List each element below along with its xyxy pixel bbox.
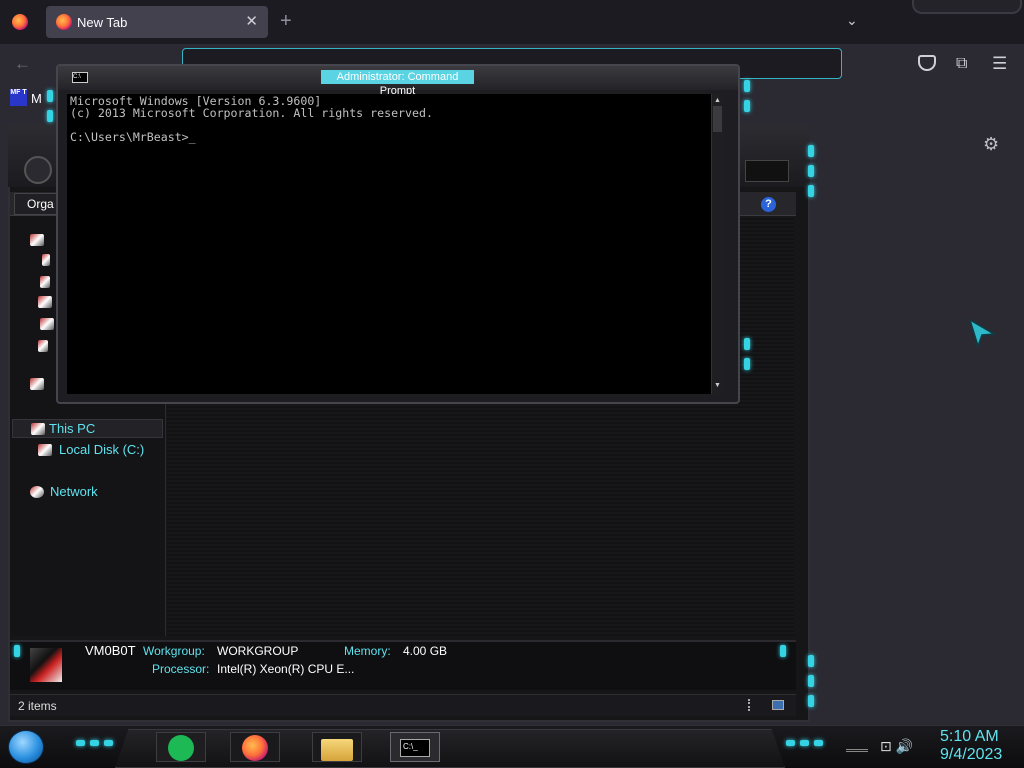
tree-item-this-pc[interactable]: This PC — [12, 419, 163, 438]
taskbar-accent — [786, 740, 795, 746]
computer-icon — [30, 648, 62, 682]
cmd-scroll-thumb[interactable] — [713, 106, 722, 132]
explorer-search-box[interactable] — [745, 160, 789, 182]
frame-accent — [808, 165, 814, 177]
memory-label: Memory: — [344, 644, 391, 658]
frame-accent — [744, 80, 750, 92]
frame-accent — [808, 655, 814, 667]
command-prompt-icon: C:\_ — [400, 739, 430, 757]
start-button[interactable] — [8, 730, 44, 764]
hamburger-menu-icon[interactable]: ☰ — [992, 54, 1007, 74]
processor-label: Processor: — [152, 662, 210, 676]
homegroup-icon[interactable] — [30, 378, 44, 390]
folder-icon[interactable] — [38, 296, 52, 308]
thumbnail-view-icon[interactable] — [772, 700, 784, 710]
cmd-window-icon[interactable]: C:\ — [72, 72, 88, 83]
quick-access-icon[interactable] — [30, 234, 44, 246]
gear-icon[interactable]: ⚙ — [983, 134, 999, 155]
details-view-icon[interactable] — [748, 699, 754, 711]
this-pc-icon — [31, 423, 45, 435]
frame-accent — [808, 145, 814, 157]
frame-accent — [744, 100, 750, 112]
clock-time[interactable]: 5:10 AM — [940, 728, 999, 746]
show-hidden-icons-icon[interactable] — [846, 742, 868, 752]
cmd-window-title: Administrator: Command Prompt — [321, 70, 474, 97]
status-bar — [10, 694, 796, 716]
tree-label-network: Network — [50, 484, 98, 499]
frame-accent — [744, 358, 750, 370]
firefox-view-icon[interactable] — [12, 14, 28, 30]
extensions-puzzle-icon[interactable]: ⧉ — [956, 55, 967, 73]
taskbar-spotify-button[interactable] — [156, 732, 206, 762]
tree-label-local-disk: Local Disk (C:) — [59, 442, 145, 457]
status-item-count: 2 items — [18, 699, 57, 713]
network-icon — [30, 486, 44, 498]
bookmark-favicon-icon: MF T — [10, 89, 27, 106]
folder-icon[interactable] — [38, 340, 48, 352]
frame-accent — [47, 110, 53, 122]
taskbar-command-prompt-button[interactable]: C:\_ — [390, 732, 440, 762]
memory-value: 4.00 GB — [403, 644, 448, 658]
explorer-back-icon[interactable] — [24, 156, 52, 184]
clock-date[interactable]: 9/4/2023 — [940, 746, 1002, 764]
frame-accent — [744, 338, 750, 350]
firefox-icon — [242, 735, 268, 761]
computer-name: VM0B0T — [85, 643, 136, 658]
help-icon[interactable]: ? — [761, 197, 776, 212]
tab-title: New Tab — [77, 15, 128, 30]
folder-icon[interactable] — [40, 276, 50, 288]
frame-accent — [780, 645, 786, 657]
workgroup-label: Workgroup: — [143, 644, 205, 658]
back-arrow-icon[interactable]: ← — [14, 54, 31, 74]
system-tray[interactable]: ⊡ 🔊 — [880, 738, 913, 755]
frame-accent — [808, 185, 814, 197]
folder-icon — [321, 739, 353, 761]
window-frame-decoration — [912, 0, 1022, 14]
cmd-scrollbar[interactable] — [711, 94, 724, 394]
taskbar-firefox-button[interactable] — [230, 732, 280, 762]
processor-value: Intel(R) Xeon(R) CPU E... — [217, 662, 355, 676]
tab-new-tab[interactable]: New Tab ✕ — [46, 6, 268, 38]
taskbar-dock — [115, 729, 785, 768]
tree-item-network[interactable]: Network — [22, 483, 142, 502]
tree-item-local-disk[interactable]: Local Disk (C:) — [30, 441, 164, 460]
frame-accent — [808, 695, 814, 707]
cmd-output-text[interactable]: Microsoft Windows [Version 6.3.9600] (c)… — [70, 95, 433, 143]
drive-icon — [38, 444, 52, 456]
bookmark-label[interactable]: M — [31, 91, 42, 106]
taskbar-file-explorer-button[interactable] — [312, 732, 362, 762]
frame-accent — [808, 675, 814, 687]
tree-label-this-pc: This PC — [49, 421, 96, 436]
taskbar-accent — [800, 740, 809, 746]
scroll-down-arrow-icon[interactable]: ▼ — [713, 381, 722, 391]
frame-accent — [47, 90, 53, 102]
new-tab-button[interactable]: + — [280, 10, 292, 33]
taskbar-accent — [90, 740, 99, 746]
taskbar-accent — [814, 740, 823, 746]
taskbar-accent — [76, 740, 85, 746]
workgroup-value: WORKGROUP — [217, 644, 299, 658]
mouse-cursor-icon — [968, 318, 997, 348]
scroll-up-arrow-icon[interactable]: ▲ — [713, 96, 722, 106]
firefox-tab-icon — [56, 14, 72, 30]
taskbar-accent — [104, 740, 113, 746]
folder-icon[interactable] — [42, 254, 50, 266]
tab-close-icon[interactable]: ✕ — [245, 12, 258, 30]
frame-accent — [14, 645, 20, 657]
spotify-icon — [168, 735, 194, 761]
folder-icon[interactable] — [40, 318, 54, 330]
tab-list-chevron-icon[interactable]: ⌄ — [846, 12, 858, 29]
